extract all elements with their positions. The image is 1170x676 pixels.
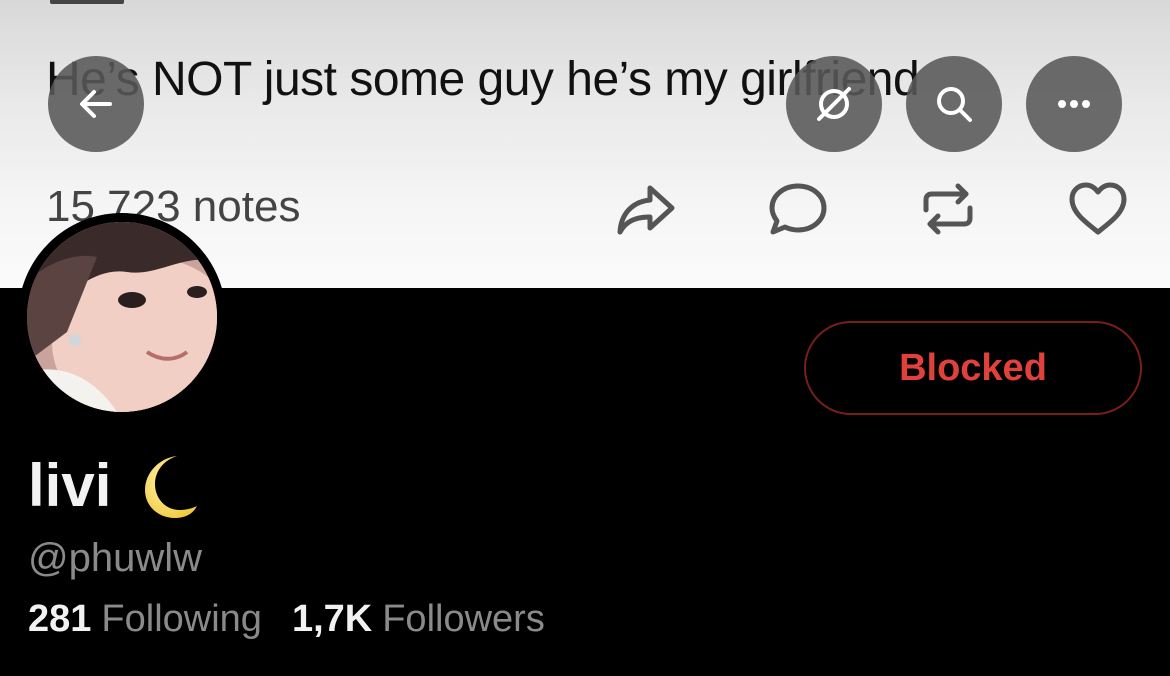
avatar <box>27 222 217 412</box>
following-count: 281 <box>28 598 92 640</box>
back-button[interactable] <box>48 56 144 152</box>
username-handle: @phuwlw <box>28 536 203 580</box>
eye-off-icon <box>817 87 851 121</box>
back-arrow-icon <box>80 90 112 118</box>
banner-edge-shape <box>50 0 124 4</box>
more-button[interactable] <box>1026 56 1122 152</box>
heart-icon <box>1066 180 1130 238</box>
search-button[interactable] <box>906 56 1002 152</box>
avatar-ring[interactable] <box>18 213 226 421</box>
display-name: livi <box>28 448 199 522</box>
blocked-button[interactable]: Blocked <box>804 321 1142 415</box>
more-horizontal-icon <box>1058 100 1090 108</box>
following-link[interactable]: 281 Following <box>28 598 262 641</box>
reblog-icon <box>916 180 980 238</box>
followers-label: Followers <box>382 598 545 640</box>
profile-stats: 281 Following 1,7K Followers <box>28 598 545 641</box>
display-name-text: livi <box>28 451 112 519</box>
comment-icon <box>766 180 830 238</box>
hide-button[interactable] <box>786 56 882 152</box>
following-label: Following <box>101 598 262 640</box>
followers-count: 1,7K <box>291 598 373 640</box>
avatar-photo <box>27 222 217 412</box>
crescent-moon-icon <box>125 448 199 522</box>
followers-link[interactable]: 1,7K Followers <box>292 598 545 641</box>
share-icon <box>614 180 678 238</box>
search-icon <box>937 87 972 122</box>
